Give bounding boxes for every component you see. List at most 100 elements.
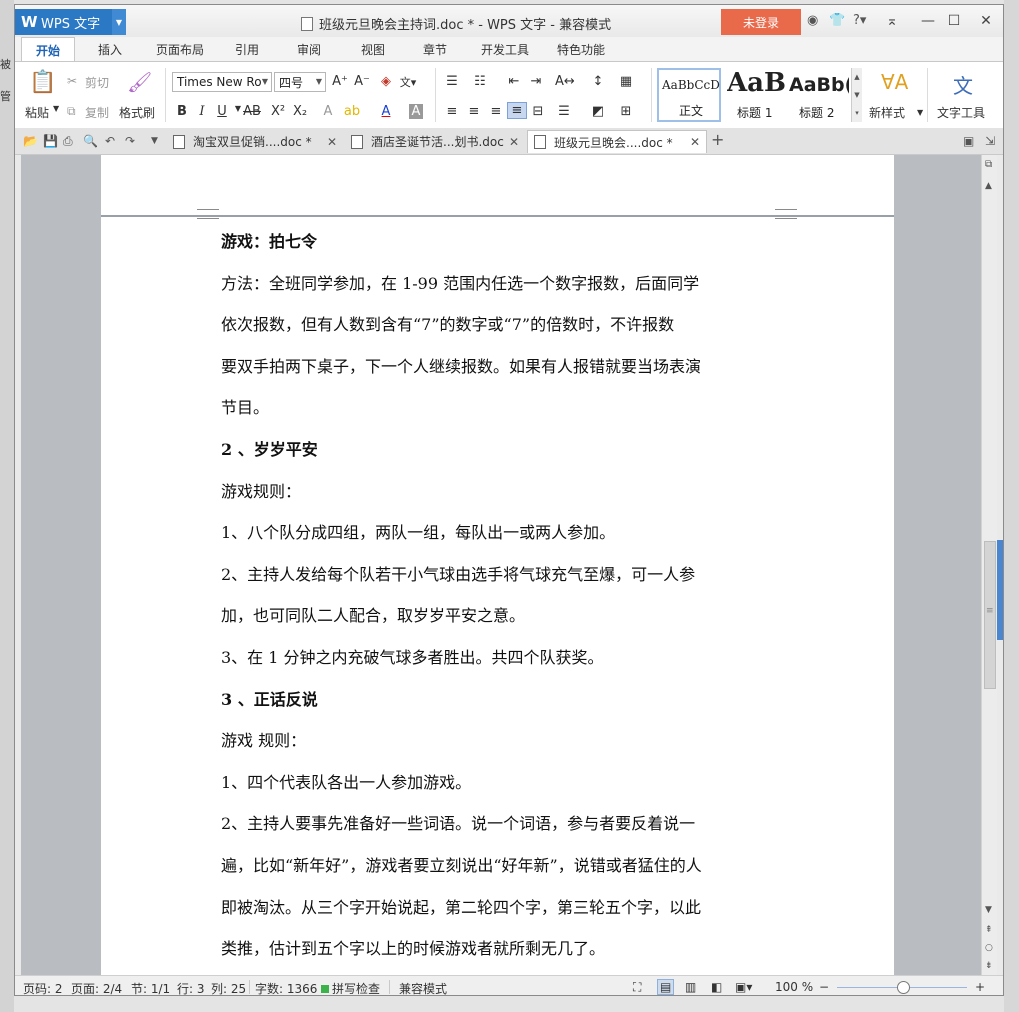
chevron-down-icon[interactable]: ▼	[53, 104, 59, 113]
copy-button[interactable]: 复制	[85, 104, 109, 121]
scrollbar-thumb[interactable]: ≡	[984, 541, 996, 689]
doc-tab[interactable]: 酒店圣诞节活...划书.doc ✕	[345, 130, 525, 153]
font-name-select[interactable]: Times New Ro ▼	[172, 72, 272, 92]
zoom-level[interactable]: 100 %	[775, 980, 813, 994]
font-color-icon[interactable]: A	[377, 104, 395, 119]
open-icon[interactable]: 📂	[23, 134, 38, 148]
font-size-select[interactable]: 四号 ▼	[274, 72, 326, 92]
paragraph-shading-icon[interactable]: ◩	[589, 104, 607, 119]
decrease-indent-icon[interactable]: ⇤	[505, 74, 523, 89]
text-tools-icon[interactable]: 文	[953, 70, 973, 99]
print-preview-icon[interactable]: 🔍	[83, 134, 98, 148]
next-page-icon[interactable]: ⇟	[985, 961, 993, 971]
clear-format-icon[interactable]: ◈	[377, 74, 395, 89]
login-button[interactable]: 未登录	[721, 9, 801, 35]
justify-icon[interactable]: ≡	[507, 102, 527, 119]
tab-arrow-icon[interactable]: ⇲	[985, 134, 995, 148]
shirt-icon[interactable]: 👕	[829, 13, 845, 28]
page-view-icon[interactable]: ▤	[657, 979, 675, 995]
shrink-font-icon[interactable]: A⁻	[353, 74, 371, 89]
collapse-ribbon-button[interactable]: ⌅	[879, 11, 905, 31]
vertical-scrollbar[interactable]: ⧉ ▲ ≡ ▼ ⇞ ○ ⇟	[981, 155, 998, 975]
strikethrough-icon[interactable]: AB	[243, 104, 261, 119]
align-center-icon[interactable]: ≡	[465, 104, 483, 119]
border-icon[interactable]: ⊞	[617, 104, 635, 119]
text-tools-button[interactable]: 文字工具	[937, 104, 985, 121]
spell-check-toggle[interactable]: 拼写检查	[321, 980, 380, 995]
text-effect-icon[interactable]: A	[319, 104, 337, 119]
scroll-down-icon[interactable]: ▼	[985, 905, 992, 915]
bullet-list-icon[interactable]: ☰	[443, 74, 461, 89]
web-view-icon[interactable]: ◧	[711, 980, 722, 994]
close-button[interactable]: ✕	[973, 11, 999, 31]
grow-font-icon[interactable]: A⁺	[331, 74, 349, 89]
clipboard-icon[interactable]: 📋	[29, 70, 56, 95]
chevron-down-icon[interactable]: ▼	[917, 108, 923, 117]
tab-home[interactable]: 开始	[21, 37, 75, 62]
save-icon[interactable]: 💾	[43, 134, 58, 148]
tab-references[interactable]: 引用	[223, 37, 271, 61]
undo-icon[interactable]: ↶	[105, 134, 115, 148]
highlight-icon[interactable]: ab	[343, 104, 361, 119]
align-right-icon[interactable]: ≡	[487, 104, 505, 119]
print-icon[interactable]: ⎙	[63, 134, 73, 149]
distribute-icon[interactable]: ⊟	[529, 104, 547, 119]
skin-icon[interactable]: ◉	[807, 13, 818, 28]
bold-icon[interactable]: B	[173, 104, 191, 119]
split-view-icon[interactable]: ⧉	[985, 159, 992, 170]
doc-tab[interactable]: 淘宝双旦促销....doc * ✕	[167, 130, 343, 153]
close-icon[interactable]: ✕	[690, 135, 700, 149]
italic-icon[interactable]: I	[193, 104, 211, 119]
side-panel-toggle[interactable]	[997, 540, 1003, 640]
style-normal[interactable]: AaBbCcD 正文	[657, 68, 721, 122]
outline-view-icon[interactable]: ▥	[685, 980, 696, 994]
doc-tab-active[interactable]: 班级元旦晚会....doc * ✕	[527, 130, 707, 153]
status-word-count[interactable]: 字数: 1366	[255, 980, 317, 995]
subscript-icon[interactable]: X₂	[291, 104, 309, 119]
tab-page-layout[interactable]: 页面布局	[147, 37, 213, 61]
char-scale-icon[interactable]: A↔	[555, 74, 575, 89]
number-list-icon[interactable]: ☷	[471, 74, 489, 89]
read-view-icon[interactable]: ▣▾	[735, 980, 752, 994]
tab-special[interactable]: 特色功能	[549, 37, 613, 61]
increase-indent-icon[interactable]: ⇥	[527, 74, 545, 89]
browse-object-icon[interactable]: ○	[985, 943, 993, 953]
maximize-button[interactable]: ☐	[941, 11, 967, 31]
tab-review[interactable]: 审阅	[285, 37, 333, 61]
fullscreen-view-icon[interactable]: ⛶	[633, 980, 641, 995]
paste-button[interactable]: 粘贴	[25, 104, 49, 121]
line-spacing-icon[interactable]: ☰	[555, 104, 573, 119]
tab-developer[interactable]: 开发工具	[473, 37, 537, 61]
table-icon[interactable]: ▦	[617, 74, 635, 89]
new-tab-plus-icon[interactable]: +	[711, 130, 724, 149]
close-icon[interactable]: ✕	[327, 135, 337, 149]
tab-insert[interactable]: 插入	[85, 37, 135, 61]
new-style-icon[interactable]: ⱯA	[881, 70, 908, 94]
cut-button[interactable]: 剪切	[85, 74, 109, 91]
format-painter-button[interactable]: 格式刷	[119, 104, 155, 121]
new-style-button[interactable]: 新样式	[869, 104, 905, 121]
style-gallery-scroll[interactable]: ▲ ▼ ▾	[851, 68, 862, 122]
sort-icon[interactable]: ↕	[589, 74, 607, 89]
document-body[interactable]: 游戏：拍七令 方法：全班同学参加，在 1-99 范围内任选一个数字报数，后面同学依…	[221, 221, 801, 970]
prev-page-icon[interactable]: ⇞	[985, 925, 993, 935]
chevron-down-icon[interactable]: ▼	[112, 9, 126, 35]
help-icon[interactable]: ?▾	[853, 13, 866, 28]
char-shading-icon[interactable]: A	[409, 104, 423, 119]
style-heading-1[interactable]: AaB 标题 1	[723, 68, 787, 122]
minimize-button[interactable]: —	[915, 11, 941, 31]
phonetic-icon[interactable]: 文▾	[399, 74, 417, 90]
tab-view[interactable]: 视图	[349, 37, 397, 61]
format-painter-icon[interactable]: 🖌	[127, 70, 152, 94]
chevron-down-icon[interactable]: ▼	[151, 136, 158, 146]
redo-icon[interactable]: ↷	[125, 134, 135, 148]
superscript-icon[interactable]: X²	[269, 104, 287, 119]
scroll-up-icon[interactable]: ▲	[985, 181, 992, 191]
tab-list-icon[interactable]: ▣	[963, 134, 974, 148]
zoom-slider-handle[interactable]	[897, 981, 910, 994]
tab-chapter[interactable]: 章节	[411, 37, 459, 61]
style-heading-2[interactable]: AaBb( 标题 2	[787, 68, 851, 122]
zoom-out-icon[interactable]: −	[819, 980, 829, 994]
app-menu-button[interactable]: W WPS 文字 ▼	[15, 9, 126, 35]
zoom-in-icon[interactable]: +	[975, 980, 985, 994]
